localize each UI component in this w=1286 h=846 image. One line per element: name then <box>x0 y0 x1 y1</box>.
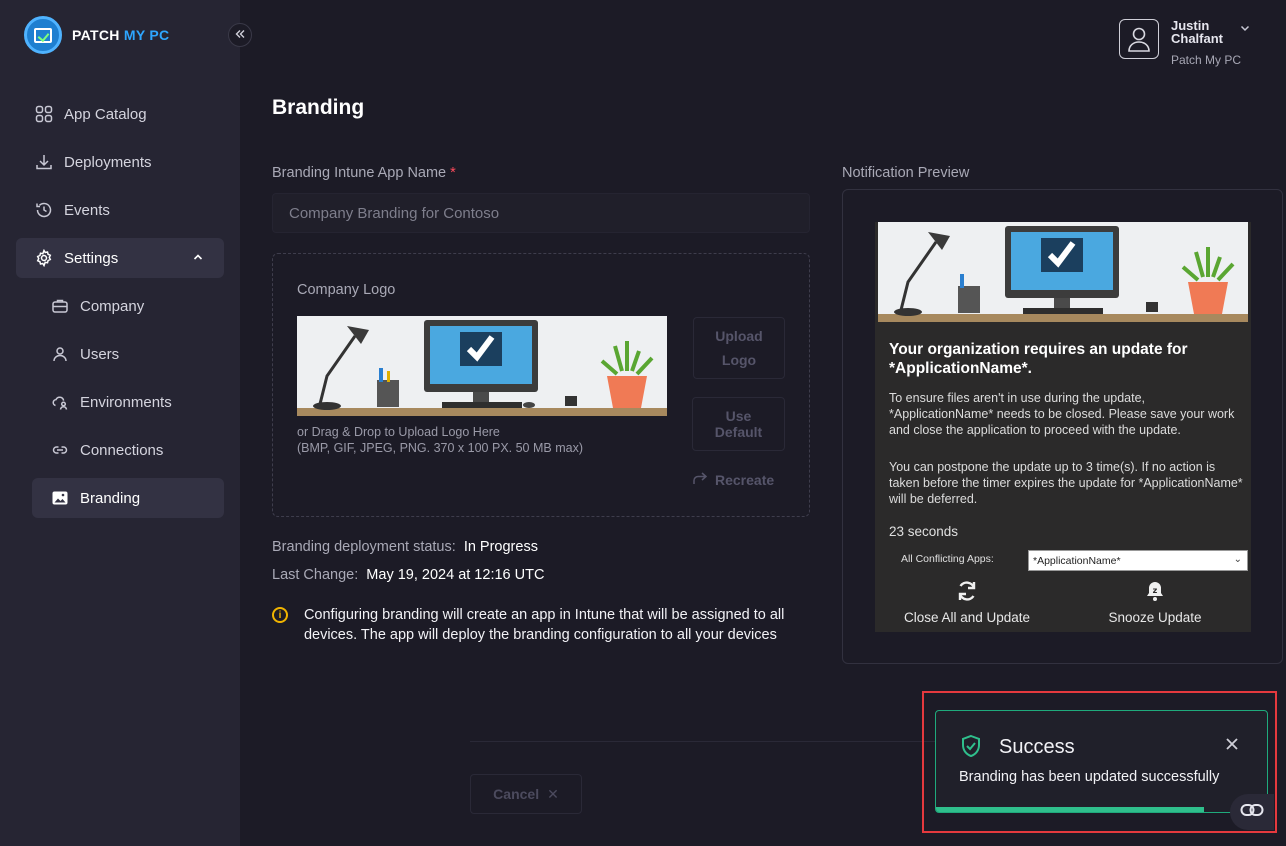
double-chevron-left-icon <box>234 28 246 43</box>
link-button[interactable] <box>1230 794 1274 830</box>
user-name: Justin Chalfant <box>1171 18 1223 46</box>
notification-preview: Your organization requires an update for… <box>875 222 1251 632</box>
deployment-status-label: Branding deployment status: <box>272 539 456 555</box>
avatar <box>1119 19 1159 59</box>
chevron-up-icon <box>192 250 204 267</box>
brand-word-mypc: MY PC <box>123 27 170 43</box>
link-icon <box>1240 803 1264 822</box>
snooze-update-action: z Snooze Update <box>1085 578 1225 625</box>
app-name-input[interactable]: Company Branding for Contoso <box>272 193 810 233</box>
notification-preview-label: Notification Preview <box>842 165 970 181</box>
recreate-label: Recreate <box>715 472 775 488</box>
preview-title: Your organization requires an update for… <box>889 341 1188 377</box>
upload-formats: (BMP, GIF, JPEG, PNG. 370 x 100 PX. 50 M… <box>297 441 583 455</box>
sidebar-item-environments[interactable]: Environments <box>32 382 224 422</box>
company-logo-label: Company Logo <box>297 282 396 298</box>
preview-banner-image <box>878 222 1248 327</box>
sidebar-item-branding[interactable]: Branding <box>32 478 224 518</box>
brand-name: PATCH MY PC <box>72 27 169 43</box>
cancel-button[interactable]: Cancel ✕ <box>470 774 582 814</box>
collapse-sidebar-button[interactable] <box>228 23 252 47</box>
sidebar-item-deployments[interactable]: Deployments <box>16 142 224 182</box>
toast-message: Branding has been updated successfully <box>959 769 1220 785</box>
sidebar-item-label: Deployments <box>64 153 152 171</box>
cloud-user-icon <box>50 392 70 412</box>
preview-body-2: You can postpone the update up to 3 time… <box>889 460 1243 506</box>
use-default-button[interactable]: Use Default <box>692 397 785 451</box>
briefcase-icon <box>50 296 70 316</box>
close-all-update-label: Close All and Update <box>903 610 1031 625</box>
chevron-down-icon <box>1239 21 1251 39</box>
chevron-down-icon: ⌄ <box>1233 554 1242 565</box>
user-organization: Patch My PC <box>1171 53 1242 67</box>
brand-word-patch: PATCH <box>72 27 120 43</box>
deployment-status-value: In Progress <box>463 539 538 555</box>
snooze-update-label: Snooze Update <box>1108 610 1202 625</box>
conflicting-apps-select: *ApplicationName* ⌄ <box>1028 550 1248 571</box>
logo-upload-dropzone[interactable]: Company Logo or Drag & Drop to Upload Lo… <box>272 253 810 517</box>
required-mark: * <box>450 165 456 181</box>
sidebar-item-label: Environments <box>80 393 172 411</box>
patchmypc-logo-icon <box>24 16 62 54</box>
app-name-label-text: Branding Intune App Name <box>272 165 447 181</box>
image-icon <box>50 488 70 508</box>
brand-logo[interactable]: PATCH MY PC <box>24 16 169 54</box>
success-toast: Success Branding has been updated succes… <box>935 710 1268 813</box>
share-arrow-icon <box>691 471 708 489</box>
sidebar-item-company[interactable]: Company <box>32 286 224 326</box>
sidebar-item-label: Branding <box>80 489 141 507</box>
link-icon <box>50 440 70 460</box>
preview-countdown: 23 seconds <box>889 524 959 539</box>
conflicting-apps-label: All Conflicting Apps: <box>901 553 994 565</box>
sidebar-item-label: Connections <box>80 441 164 459</box>
info-text: Configuring branding will create an app … <box>303 607 785 643</box>
last-change: Last Change: May 19, 2024 at 12:16 UTC <box>272 567 544 583</box>
sidebar-item-users[interactable]: Users <box>32 334 224 374</box>
sidebar-item-events[interactable]: Events <box>16 190 224 230</box>
info-icon: i <box>272 607 288 623</box>
toast-title: Success <box>999 736 1075 758</box>
upload-logo-button[interactable]: Upload Logo <box>693 317 785 379</box>
info-note: i Configuring branding will create an ap… <box>272 605 812 645</box>
last-change-value: May 19, 2024 at 12:16 UTC <box>366 567 545 583</box>
recreate-button[interactable]: Recreate <box>691 471 774 489</box>
app-name-label: Branding Intune App Name * <box>272 165 456 181</box>
sidebar-item-label: App Catalog <box>64 105 147 123</box>
deployment-status: Branding deployment status: In Progress <box>272 539 538 555</box>
footer-divider <box>470 741 940 742</box>
sidebar-item-label: Settings <box>64 249 119 267</box>
svg-text:z: z <box>1153 586 1158 595</box>
sidebar-item-label: Events <box>64 201 110 219</box>
sidebar-item-label: Users <box>80 345 120 363</box>
sidebar-item-app-catalog[interactable]: App Catalog <box>16 94 224 134</box>
bell-snooze-icon: z <box>1085 578 1225 604</box>
conflicting-apps-value: *ApplicationName* <box>1033 554 1121 567</box>
toast-progress-bar <box>936 807 1205 812</box>
close-icon[interactable] <box>1225 737 1239 756</box>
gear-icon <box>34 248 54 268</box>
shield-check-icon <box>960 734 982 763</box>
last-change-label: Last Change: <box>272 567 359 583</box>
user-icon <box>50 344 70 364</box>
sidebar-item-connections[interactable]: Connections <box>32 430 224 470</box>
history-icon <box>34 200 54 220</box>
close-icon: ✕ <box>547 785 559 802</box>
sidebar-item-label: Company <box>80 297 145 315</box>
sidebar: PATCH MY PC App Catalog Deployments Even… <box>0 0 240 846</box>
upload-hint: or Drag & Drop to Upload Logo Here <box>297 425 500 439</box>
logo-preview-image <box>297 316 667 416</box>
refresh-icon <box>897 578 1037 604</box>
sidebar-item-settings[interactable]: Settings <box>16 238 224 278</box>
cancel-label: Cancel <box>493 786 540 802</box>
close-all-update-action: Close All and Update <box>897 578 1037 625</box>
grid-icon <box>34 104 54 124</box>
preview-body-1: To ensure files aren't in use during the… <box>889 391 1235 437</box>
download-icon <box>34 152 54 172</box>
user-menu[interactable]: Justin Chalfant Patch My PC <box>1119 18 1250 67</box>
page-title: Branding <box>272 96 365 119</box>
